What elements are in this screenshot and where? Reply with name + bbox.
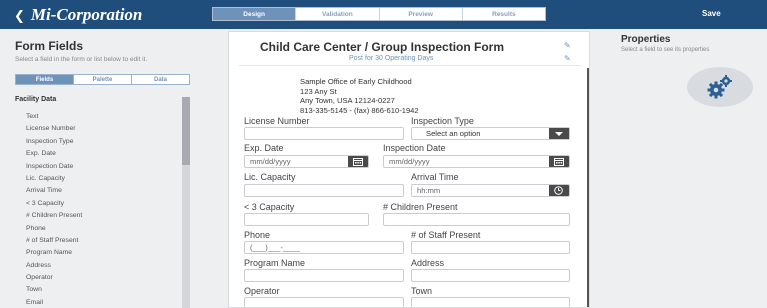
list-item[interactable]: Operator xyxy=(26,272,82,284)
phone-label: Phone xyxy=(244,230,271,240)
office-address[interactable]: Sample Office of Early Childhood 123 Any… xyxy=(300,77,419,115)
staff-present-input[interactable] xyxy=(411,241,570,254)
arrival-time-label: Arrival Time xyxy=(411,172,459,182)
list-item[interactable]: Phone xyxy=(26,223,82,235)
list-item[interactable]: Email xyxy=(26,297,82,308)
list-item[interactable]: < 3 Capacity xyxy=(26,198,82,210)
exp-date-input[interactable]: mm/dd/yyyy xyxy=(244,155,369,168)
address-line: 813-335-5145 - (fax) 866-610-1942 xyxy=(300,105,419,115)
list-item[interactable]: Exp. Date xyxy=(26,148,82,160)
clock-icon[interactable] xyxy=(549,185,569,196)
step-results[interactable]: Results xyxy=(463,8,545,20)
operator-input[interactable] xyxy=(244,297,404,307)
tab-data[interactable]: Data xyxy=(132,75,189,84)
step-preview[interactable]: Preview xyxy=(380,8,463,20)
scrollbar-thumb[interactable] xyxy=(587,68,589,307)
properties-title: Properties xyxy=(621,34,671,45)
field-list-scrollbar[interactable] xyxy=(182,97,190,308)
save-button[interactable]: Save xyxy=(702,9,721,18)
list-item[interactable]: Town xyxy=(26,284,82,296)
chevron-down-icon[interactable] xyxy=(549,128,569,139)
form-fields-panel: Form Fields Select a field in the form o… xyxy=(0,29,205,308)
list-item[interactable]: Inspection Type xyxy=(26,136,82,148)
edit-title-pencil-icon[interactable]: ✎ xyxy=(564,41,571,50)
form-title[interactable]: Child Care Center / Group Inspection For… xyxy=(260,40,504,54)
program-name-label: Program Name xyxy=(244,258,306,268)
arrival-time-input[interactable]: hh:mm xyxy=(411,184,570,197)
brand-back-link[interactable]: ❮ Mi-Corporation xyxy=(14,5,142,25)
address-label: Address xyxy=(411,258,445,268)
top-bar: ❮ Mi-Corporation Design Validation Previe… xyxy=(0,0,767,29)
list-item[interactable]: # Children Present xyxy=(26,210,82,222)
form-subtitle[interactable]: Post for 30 Operating Days xyxy=(349,55,433,62)
chevron-left-icon[interactable]: ❮ xyxy=(14,9,25,24)
list-item[interactable]: Lic. Capacity xyxy=(26,173,82,185)
address-input[interactable] xyxy=(411,269,570,282)
children-present-input[interactable] xyxy=(383,213,570,226)
scrollbar-thumb[interactable] xyxy=(182,97,190,165)
address-line: Sample Office of Early Childhood xyxy=(300,77,412,86)
under3-capacity-input[interactable] xyxy=(244,213,369,226)
children-present-label: # Children Present xyxy=(383,202,458,212)
inspection-type-value: Select an option xyxy=(426,129,481,138)
town-label: Town xyxy=(411,286,433,296)
tab-palette[interactable]: Palette xyxy=(74,75,132,84)
list-item[interactable]: Arrival Time xyxy=(26,185,82,197)
staff-present-label: # of Staff Present xyxy=(411,230,481,240)
arrival-time-placeholder: hh:mm xyxy=(417,186,441,195)
lic-capacity-label: Lic. Capacity xyxy=(244,172,296,182)
step-validation[interactable]: Validation xyxy=(296,8,380,20)
list-item[interactable]: Program Name xyxy=(26,247,82,259)
list-item[interactable]: License Number xyxy=(26,123,82,135)
operator-label: Operator xyxy=(244,286,280,296)
properties-panel: Properties Select a field to see its pro… xyxy=(614,29,767,308)
list-item[interactable]: Inspection Date xyxy=(26,161,82,173)
calendar-icon[interactable] xyxy=(549,156,569,167)
divider xyxy=(239,65,581,66)
address-line: Any Town, USA 12124-0227 xyxy=(300,96,395,105)
properties-hint: Select a field to see its properties xyxy=(621,47,710,53)
program-name-input[interactable] xyxy=(244,269,404,282)
gears-icon xyxy=(687,67,753,107)
inspection-type-select[interactable]: Select an option xyxy=(411,127,570,140)
tab-fields[interactable]: Fields xyxy=(16,75,74,84)
calendar-icon[interactable] xyxy=(348,156,368,167)
group-title: Facility Data xyxy=(15,96,57,103)
form-canvas: Child Care Center / Group Inspection For… xyxy=(228,31,590,308)
edit-subtitle-pencil-icon[interactable]: ✎ xyxy=(564,54,571,63)
inspection-type-label: Inspection Type xyxy=(411,116,474,126)
inspection-date-input[interactable]: mm/dd/yyyy xyxy=(383,155,570,168)
step-design[interactable]: Design xyxy=(213,8,297,20)
phone-input[interactable]: (___)___-____ xyxy=(244,241,404,254)
panel-hint: Select a field in the form or list below… xyxy=(15,56,148,63)
inspection-date-placeholder: mm/dd/yyyy xyxy=(389,157,430,166)
panel-tabs: Fields Palette Data xyxy=(15,74,190,85)
license-number-input[interactable] xyxy=(244,127,404,140)
address-line: 123 Any St xyxy=(300,86,337,96)
form-scrollbar[interactable] xyxy=(587,68,589,307)
exp-date-label: Exp. Date xyxy=(244,143,284,153)
brand-name: Mi-Corporation xyxy=(30,5,143,24)
town-input[interactable] xyxy=(411,297,570,307)
list-item[interactable]: # of Staff Present xyxy=(26,235,82,247)
inspection-date-label: Inspection Date xyxy=(383,143,446,153)
exp-date-placeholder: mm/dd/yyyy xyxy=(250,157,291,166)
panel-title: Form Fields xyxy=(15,39,84,53)
license-number-label: License Number xyxy=(244,116,310,126)
list-item[interactable]: Address xyxy=(26,260,82,272)
workflow-steps: Design Validation Preview Results xyxy=(212,7,546,21)
list-item[interactable]: Text xyxy=(26,111,82,123)
lic-capacity-input[interactable] xyxy=(244,184,404,197)
under3-capacity-label: < 3 Capacity xyxy=(244,202,295,212)
field-list: Text License Number Inspection Type Exp.… xyxy=(26,111,82,308)
